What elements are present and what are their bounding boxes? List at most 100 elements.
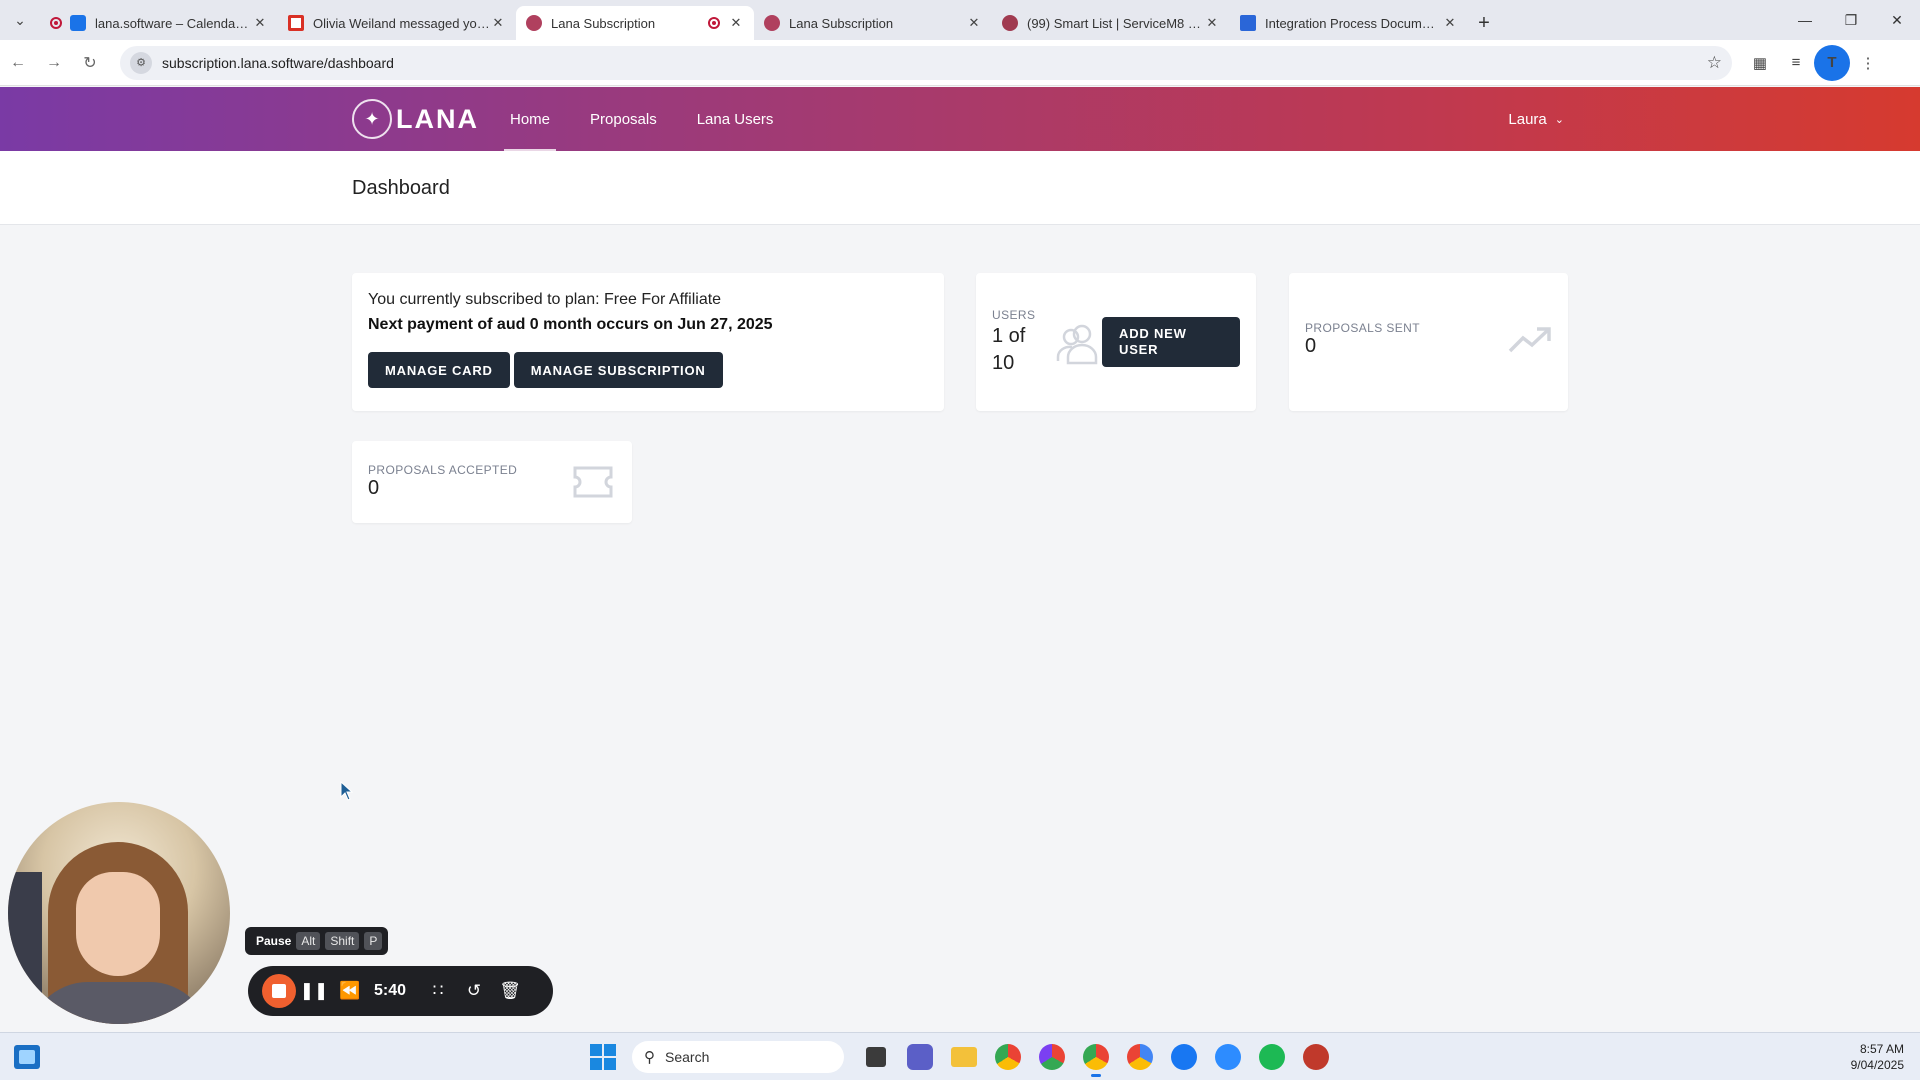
browser-tab[interactable]: Integration Process Documenta ✕ <box>1230 6 1468 40</box>
browser-tab[interactable]: Lana Subscription ✕ <box>754 6 992 40</box>
lana-logo-mark-icon: ✦ <box>352 99 392 139</box>
browser-tab[interactable]: lana.software – Calendar - Wed ✕ <box>40 6 278 40</box>
messenger-icon[interactable] <box>1162 1037 1206 1077</box>
browser-tab[interactable]: Olivia Weiland messaged you - ✕ <box>278 6 516 40</box>
chrome-alt-icon[interactable] <box>1118 1037 1162 1077</box>
tab-title: Olivia Weiland messaged you - <box>313 15 490 31</box>
new-tab-plus-icon[interactable]: + <box>1468 6 1500 40</box>
media-queue-icon[interactable]: ≡ <box>1778 45 1814 81</box>
user-menu[interactable]: Laura ⌄ <box>1508 87 1564 151</box>
add-new-user-button[interactable]: ADD NEW USER <box>1102 317 1240 367</box>
tab-title: Lana Subscription <box>551 15 656 31</box>
browser-toolbar: ← → ↻ ⚙ subscription.lana.software/dashb… <box>0 40 1920 86</box>
lana-favicon-icon <box>764 15 780 31</box>
tab-close-icon[interactable]: ✕ <box>728 15 744 31</box>
users-count: 1 of 10 <box>992 325 1026 374</box>
recording-controls: ❚❚ ⏪ 5:40 ∷ ↺ 🗑 <box>248 966 553 1016</box>
search-icon: ⚲ <box>644 1049 655 1066</box>
tooltip-label: Pause <box>256 934 292 948</box>
proposals-accepted-card: PROPOSALS ACCEPTED 0 <box>352 441 632 523</box>
chevron-down-icon: ⌄ <box>1554 113 1564 126</box>
nav-proposals[interactable]: Proposals <box>570 87 677 151</box>
chrome-active-icon[interactable] <box>1074 1037 1118 1077</box>
lana-favicon-icon <box>526 15 542 31</box>
file-manager-icon[interactable] <box>854 1037 898 1077</box>
shortcut-key: Shift <box>325 932 360 950</box>
stop-recording-button[interactable] <box>262 974 296 1008</box>
tab-close-icon[interactable]: ✕ <box>966 15 982 31</box>
users-group-icon <box>1056 324 1098 365</box>
page-header: Dashboard <box>0 151 1920 225</box>
profile-avatar[interactable]: T <box>1814 44 1850 81</box>
site-info-icon[interactable]: ⚙ <box>130 51 152 74</box>
clock-time: 8:57 AM <box>1859 1042 1904 1056</box>
lana-logo-wordmark: LANA <box>396 103 479 134</box>
app-navbar: ✦ LANA Home Proposals Lana Users Laura ⌄ <box>0 87 1920 151</box>
page-title: Dashboard <box>352 177 450 199</box>
back-arrow-icon[interactable]: ← <box>0 45 36 81</box>
gmail-favicon-icon <box>288 15 304 31</box>
manage-card-button[interactable]: MANAGE CARD <box>368 352 510 388</box>
taskbar-search-label: Search <box>665 1049 710 1065</box>
zoom-icon[interactable] <box>1206 1037 1250 1077</box>
rewind-icon[interactable]: ⏪ <box>332 981 368 1001</box>
reload-icon[interactable]: ↻ <box>72 45 108 81</box>
ticket-icon <box>573 466 613 498</box>
spotify-icon[interactable] <box>1250 1037 1294 1077</box>
calendar-favicon-icon <box>70 15 86 31</box>
webcam-background <box>8 872 42 1024</box>
proposals-sent-value: 0 <box>1305 335 1317 357</box>
webcam-bubble[interactable] <box>8 802 230 1024</box>
tab-search-chevron-icon[interactable]: ⌄ <box>0 0 40 40</box>
restore-icon[interactable]: ❐ <box>1828 0 1874 40</box>
tab-close-icon[interactable]: ✕ <box>252 15 268 31</box>
forward-arrow-icon[interactable]: → <box>36 45 72 81</box>
tab-title: Lana Subscription <box>789 15 894 31</box>
browser-tab[interactable]: (99) Smart List | ServiceM8 V2 D ✕ <box>992 6 1230 40</box>
browser-tabstrip: ⌄ lana.software – Calendar - Wed ✕ Olivi… <box>0 0 1920 40</box>
browser-tab-active[interactable]: Lana Subscription ✕ <box>516 6 754 40</box>
system-clock[interactable]: 8:57 AM 9/04/2025 <box>1851 1041 1904 1073</box>
bookmark-star-icon[interactable]: ☆ <box>1707 53 1722 73</box>
close-window-icon[interactable]: ✕ <box>1874 0 1920 40</box>
video-call-icon[interactable] <box>898 1037 942 1077</box>
tab-close-icon[interactable]: ✕ <box>1442 15 1458 31</box>
tab-title: lana.software – Calendar - Wed <box>95 15 252 31</box>
subscription-card: You currently subscribed to plan: Free F… <box>352 273 944 411</box>
chrome-profile-icon[interactable] <box>1030 1037 1074 1077</box>
pause-icon[interactable]: ❚❚ <box>296 981 332 1001</box>
users-stat-card: USERS 1 of 10 ADD NEW USER <box>976 273 1256 411</box>
proposals-accepted-label: PROPOSALS ACCEPTED <box>368 463 518 477</box>
extensions-puzzle-icon[interactable]: ▦ <box>1742 45 1778 81</box>
draw-grid-icon[interactable]: ∷ <box>420 981 456 1001</box>
nav-home[interactable]: Home <box>490 87 570 151</box>
address-bar[interactable]: ⚙ subscription.lana.software/dashboard ☆ <box>120 45 1732 80</box>
folder-icon[interactable] <box>942 1037 986 1077</box>
tab-close-icon[interactable]: ✕ <box>490 15 506 31</box>
browser-menu-kebab-icon[interactable]: ⋮ <box>1850 45 1886 81</box>
url-text[interactable]: subscription.lana.software/dashboard <box>162 55 1707 71</box>
users-label: USERS <box>992 308 1036 322</box>
taskbar-search[interactable]: ⚲ Search <box>632 1041 844 1073</box>
nav-lana-users[interactable]: Lana Users <box>677 87 794 151</box>
widgets-icon[interactable] <box>14 1045 40 1069</box>
chrome-icon[interactable] <box>986 1037 1030 1077</box>
windows-start-icon[interactable] <box>590 1044 616 1070</box>
manage-subscription-button[interactable]: MANAGE SUBSCRIPTION <box>513 352 723 388</box>
trash-icon[interactable]: 🗑 <box>492 981 528 1001</box>
restart-icon[interactable]: ↺ <box>456 981 492 1001</box>
servicem8-favicon-icon <box>1002 15 1018 31</box>
tab-title: (99) Smart List | ServiceM8 V2 D <box>1027 15 1204 31</box>
mouse-cursor-icon <box>340 781 354 801</box>
next-payment-text: Next payment of aud 0 month occurs on Ju… <box>368 316 773 333</box>
profile-initial: T <box>1814 44 1850 81</box>
plan-text: You currently subscribed to plan: Free F… <box>368 291 722 308</box>
minimize-icon[interactable]: — <box>1782 0 1828 40</box>
recording-indicator-icon <box>708 17 720 29</box>
tab-close-icon[interactable]: ✕ <box>1204 15 1220 31</box>
docs-favicon-icon <box>1240 15 1256 31</box>
recording-indicator-icon <box>50 17 62 29</box>
trending-up-icon <box>1508 327 1551 353</box>
lana-logo[interactable]: ✦ LANA <box>352 99 479 139</box>
recorder-app-icon[interactable] <box>1294 1037 1338 1077</box>
